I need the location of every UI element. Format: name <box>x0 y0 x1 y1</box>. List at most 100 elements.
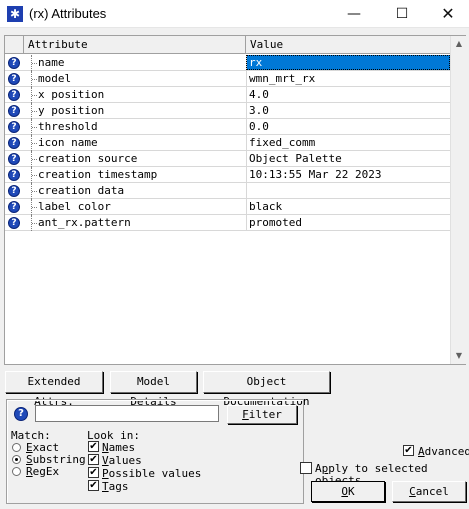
filter-input[interactable] <box>35 405 219 422</box>
attribute-name: name <box>38 56 65 69</box>
radio-button[interactable] <box>12 455 21 464</box>
option-rest: egEx <box>32 465 60 478</box>
extended-attrs-button[interactable]: Extended Attrs. <box>5 371 103 408</box>
help-icon[interactable]: ? <box>8 73 20 85</box>
table-row[interactable]: ? name rx <box>5 55 450 71</box>
table-row[interactable]: ? creation data <box>5 183 450 199</box>
check-mark: ✔ <box>89 480 98 491</box>
help-icon[interactable]: ? <box>8 201 20 213</box>
attribute-value[interactable]: 4.0 <box>246 87 450 102</box>
attribute-value[interactable]: fixed_comm <box>246 135 450 150</box>
attribute-value[interactable]: wmn_mrt_rx <box>246 71 450 86</box>
help-icon[interactable]: ? <box>8 105 20 117</box>
table-row[interactable]: ? y position 3.0 <box>5 103 450 119</box>
attribute-name: x position <box>38 88 105 101</box>
advanced-label[interactable]: Advanced <box>418 446 469 458</box>
match-option-label[interactable]: RegEx <box>26 466 59 478</box>
help-icon[interactable]: ? <box>8 153 20 165</box>
attribute-name: label color <box>38 200 111 213</box>
cancel-button[interactable]: Cancel <box>392 481 466 502</box>
tree-connector <box>31 119 37 135</box>
table-row[interactable]: ? creation timestamp 10:13:55 Mar 22 2023 <box>5 167 450 183</box>
option-rest: alues <box>108 454 142 467</box>
help-icon[interactable]: ? <box>8 89 20 101</box>
help-icon[interactable]: ? <box>14 407 28 421</box>
column-header-attribute[interactable]: Attribute <box>24 36 246 53</box>
help-icon[interactable]: ? <box>8 137 20 149</box>
look-in-checkbox[interactable]: ✔ <box>88 441 99 452</box>
attribute-value[interactable]: 10:13:55 Mar 22 2023 <box>246 167 450 182</box>
look-in-checkbox[interactable]: ✔ <box>88 467 99 478</box>
table-row[interactable]: ? x position 4.0 <box>5 87 450 103</box>
scroll-down-icon[interactable]: ▼ <box>451 348 467 364</box>
attribute-value[interactable]: black <box>246 199 450 214</box>
option-mnemonic: P <box>102 467 109 480</box>
table-row[interactable]: ? ant_rx.pattern promoted <box>5 215 450 231</box>
table-row[interactable]: ? creation source Object Palette <box>5 151 450 167</box>
look-in-label-3[interactable]: Tags <box>102 481 129 493</box>
help-icon[interactable]: ? <box>8 217 20 229</box>
table-header: Attribute Value <box>5 36 450 54</box>
tree-connector <box>31 87 37 103</box>
advanced-check-mark: ✔ <box>404 445 413 456</box>
option-mnemonic: V <box>102 454 109 467</box>
attribute-value[interactable] <box>246 183 450 198</box>
model-details-button[interactable]: Model Details <box>110 371 197 408</box>
help-icon[interactable]: ? <box>8 169 20 181</box>
table-row[interactable]: ? threshold 0.0 <box>5 119 450 135</box>
title-bar: ✱ (rx) Attributes — ☐ ✕ <box>0 0 469 28</box>
option-rest: ags <box>108 480 129 493</box>
scroll-up-icon[interactable]: ▲ <box>451 36 467 52</box>
look-in-label-0[interactable]: Names <box>102 442 135 454</box>
radio-button[interactable] <box>12 467 21 476</box>
tree-connector <box>31 167 37 183</box>
option-rest: ossible values <box>108 467 202 480</box>
attribute-name: icon name <box>38 136 98 149</box>
look-in-label-1[interactable]: Values <box>102 455 142 467</box>
tree-connector <box>31 135 37 151</box>
attribute-value[interactable]: promoted <box>246 215 450 230</box>
advanced-checkbox[interactable]: ✔ <box>403 445 414 456</box>
header-gutter <box>5 36 24 53</box>
tree-connector <box>31 151 37 167</box>
ok-button[interactable]: OK <box>311 481 385 502</box>
attribute-name: model <box>38 72 72 85</box>
tree-connector <box>31 183 37 199</box>
radio-button[interactable] <box>12 443 21 452</box>
help-icon[interactable]: ? <box>8 185 20 197</box>
option-mnemonic: T <box>102 480 109 493</box>
help-icon[interactable]: ? <box>8 121 20 133</box>
filter-button[interactable]: Filter <box>227 405 297 424</box>
attribute-value[interactable]: Object Palette <box>246 151 450 166</box>
attribute-name: y position <box>38 104 105 117</box>
attribute-value[interactable]: rx <box>246 55 450 70</box>
look-in-label-2[interactable]: Possible values <box>102 468 201 480</box>
check-mark: ✔ <box>89 454 98 465</box>
table-row[interactable]: ? label color black <box>5 199 450 215</box>
table-row[interactable]: ? icon name fixed_comm <box>5 135 450 151</box>
ok-label-rest: K <box>348 485 355 498</box>
attribute-value[interactable]: 3.0 <box>246 103 450 118</box>
maximize-button[interactable]: ☐ <box>379 0 425 28</box>
attribute-value[interactable]: 0.0 <box>246 119 450 134</box>
minimize-button[interactable]: — <box>331 0 377 28</box>
table-row[interactable]: ? model wmn_mrt_rx <box>5 71 450 87</box>
check-mark: ✔ <box>89 441 98 452</box>
advanced-label-mnemonic: A <box>418 445 425 458</box>
option-mnemonic: N <box>102 441 109 454</box>
apply-to-selected-checkbox[interactable] <box>300 462 312 474</box>
tree-connector <box>31 55 37 71</box>
option-rest: ames <box>108 441 136 454</box>
tree-connector <box>31 103 37 119</box>
attribute-name: creation data <box>38 184 125 197</box>
close-button[interactable]: ✕ <box>425 0 469 28</box>
column-header-value[interactable]: Value <box>246 36 450 53</box>
look-in-checkbox[interactable]: ✔ <box>88 480 99 491</box>
look-in-checkbox[interactable]: ✔ <box>88 454 99 465</box>
object-documentation-button[interactable]: Object Documentation <box>203 371 330 408</box>
advanced-label-rest: dvanced <box>424 445 469 458</box>
help-icon[interactable]: ? <box>8 57 20 69</box>
filter-label-mnemonic: F <box>242 408 249 421</box>
cancel-label-rest: ancel <box>415 485 449 498</box>
vertical-scrollbar[interactable]: ▲ ▼ <box>450 36 466 364</box>
